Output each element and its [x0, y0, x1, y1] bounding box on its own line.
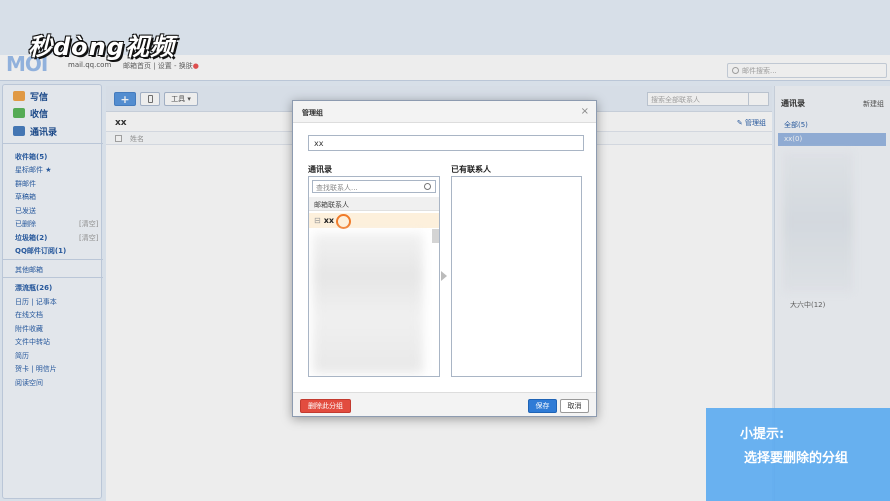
address-book-label: 通讯录: [308, 165, 332, 174]
find-contact-placeholder: 查找联系人...: [316, 184, 358, 192]
search-icon: [424, 183, 431, 190]
move-right-arrow-icon[interactable]: [441, 271, 447, 281]
dialog-title: 管理组: [302, 109, 323, 117]
dialog-header: 管理组 ×: [293, 101, 596, 123]
tip-box: 小提示: 选择要删除的分组: [706, 408, 890, 501]
scrollbar[interactable]: [432, 229, 439, 243]
manage-group-dialog: 管理组 × xx 通讯录 已有联系人 查找联系人... 邮箱联系人 ⊟ xx 删除…: [292, 100, 597, 417]
blurred-contact-list: [313, 233, 423, 373]
dialog-footer: 删除此分组 保存 取消: [293, 392, 596, 416]
group-row-xx[interactable]: ⊟ xx: [309, 213, 439, 228]
existing-contacts-label: 已有联系人: [451, 165, 491, 174]
tip-text: 选择要删除的分组: [744, 451, 849, 466]
group-name-input[interactable]: xx: [308, 135, 584, 151]
tip-title: 小提示:: [740, 427, 785, 442]
cancel-button[interactable]: 取消: [560, 399, 589, 413]
click-indicator: [336, 214, 351, 229]
find-contact-input[interactable]: 查找联系人...: [312, 180, 436, 193]
address-book-list: 查找联系人... 邮箱联系人 ⊟ xx: [308, 176, 440, 377]
delete-group-button[interactable]: 删除此分组: [300, 399, 351, 413]
mailbox-contacts-header[interactable]: 邮箱联系人: [309, 197, 439, 211]
close-icon[interactable]: ×: [581, 106, 589, 117]
watermark-logo: 秒dòng视频: [28, 33, 175, 61]
page: MOI mail.qq.com 邮箱首页 | 设置 - 换肤● 邮件搜索... …: [0, 0, 890, 501]
group-row-label: xx: [323, 216, 335, 225]
save-button[interactable]: 保存: [528, 399, 557, 413]
existing-contacts-list: [451, 176, 582, 377]
collapse-icon[interactable]: ⊟: [314, 216, 321, 225]
